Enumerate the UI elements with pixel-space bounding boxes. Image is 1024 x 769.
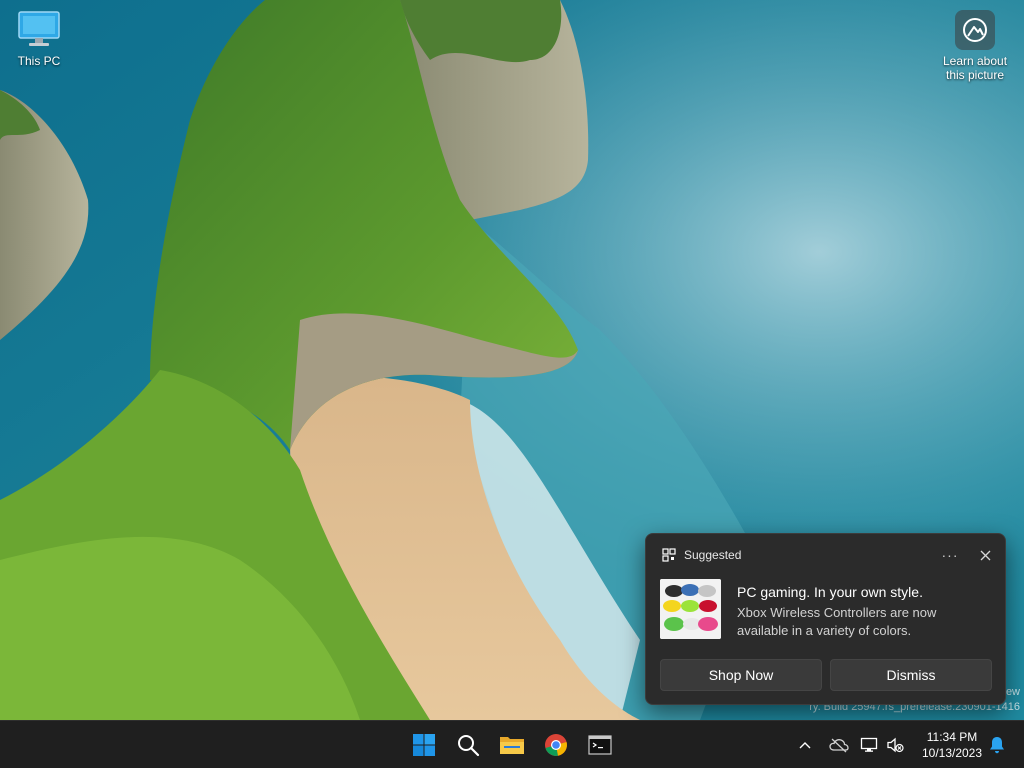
chrome-icon (545, 734, 567, 756)
search-button[interactable] (450, 727, 486, 763)
volume-tray-button[interactable] (882, 721, 908, 769)
show-hidden-icons-button[interactable] (794, 721, 816, 769)
terminal-icon (588, 735, 612, 755)
network-icon (860, 737, 878, 752)
camera-icon (955, 10, 995, 50)
dismiss-button[interactable]: Dismiss (830, 659, 992, 691)
search-icon (458, 735, 480, 757)
chevron-up-icon (799, 742, 811, 749)
suggested-notification-toast[interactable]: Suggested ··· PC gaming. In your own sty… (645, 533, 1006, 705)
speaker-muted-icon (887, 737, 904, 753)
file-explorer-icon (500, 737, 524, 754)
desktop-icon-learn-about-picture[interactable]: Learn about this picture (936, 10, 1014, 82)
clock-date: 10/13/2023 (921, 746, 983, 760)
shop-now-button[interactable]: Shop Now (660, 659, 822, 691)
build-watermark: ew (1005, 686, 1020, 698)
xbox-controllers-image (660, 579, 721, 639)
close-icon (980, 550, 990, 560)
desktop-icon-label: Learn about this picture (942, 54, 1008, 82)
file-explorer-button[interactable] (494, 727, 530, 763)
start-button[interactable] (406, 727, 442, 763)
desktop-icon-this-pc[interactable]: This PC (6, 10, 72, 68)
terminal-button[interactable] (582, 727, 618, 763)
toast-header: Suggested ··· (662, 546, 993, 564)
bell-icon (990, 737, 1004, 754)
clock[interactable]: 11:34 PM 10/13/2023 (912, 729, 992, 761)
clock-time: 11:34 PM (926, 730, 978, 744)
close-button[interactable] (977, 547, 993, 563)
onedrive-icon (829, 738, 849, 753)
more-options-button[interactable]: ··· (937, 547, 963, 563)
notifications-button[interactable] (986, 721, 1008, 769)
taskbar: 11:34 PM 10/13/2023 (0, 720, 1024, 768)
network-tray-button[interactable] (856, 721, 882, 769)
suggested-app-icon (662, 548, 676, 562)
toast-body: Xbox Wireless Controllers are now availa… (737, 605, 937, 638)
onedrive-tray-button[interactable] (826, 721, 852, 769)
monitor-icon (6, 10, 72, 51)
toast-app-name: Suggested (684, 548, 742, 562)
chrome-button[interactable] (538, 727, 574, 763)
desktop-icon-label: This PC (17, 54, 61, 68)
start-icon (413, 734, 435, 756)
toast-title: PC gaming. In your own style. (737, 584, 923, 600)
